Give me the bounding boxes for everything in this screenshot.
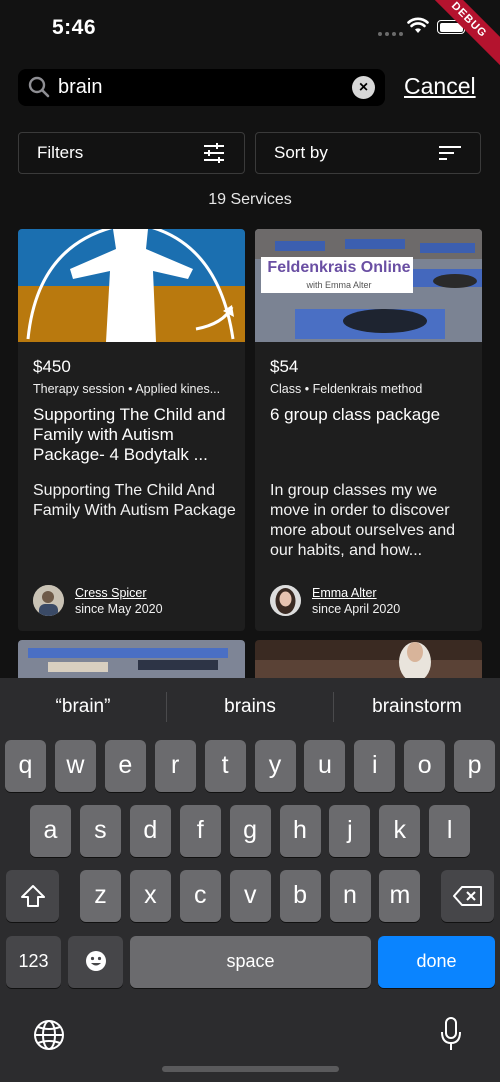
key-w[interactable]: w (54, 740, 96, 792)
key-l[interactable]: l (429, 805, 471, 857)
shift-key[interactable] (6, 870, 59, 922)
filters-label: Filters (37, 143, 84, 162)
emoji-key[interactable] (68, 936, 123, 988)
wifi-icon (407, 17, 429, 33)
key-a[interactable]: a (30, 805, 71, 857)
key-j[interactable]: j (329, 805, 371, 857)
results-count: 19 Services (208, 191, 292, 208)
key-x[interactable]: x (129, 870, 171, 922)
status-bar: 5:46 (0, 0, 500, 56)
key-v[interactable]: v (229, 870, 271, 922)
service-card[interactable] (255, 640, 482, 680)
status-time: 5:46 (52, 16, 97, 39)
service-title: Supporting The Child and Family with Aut… (33, 405, 226, 464)
key-f[interactable]: f (179, 805, 221, 857)
key-i[interactable]: i (354, 740, 396, 792)
key-n[interactable]: n (329, 870, 371, 922)
service-price: $450 (33, 357, 71, 376)
sort-icon (439, 146, 461, 160)
service-description: In group classes my we move in order to … (270, 482, 455, 559)
service-meta: Class • Feldenkrais method (270, 382, 423, 396)
image-subtitle: with Emma Alter (306, 280, 372, 290)
key-r[interactable]: r (154, 740, 196, 792)
key-d[interactable]: d (129, 805, 171, 857)
backspace-key[interactable] (441, 870, 494, 922)
search-input[interactable] (58, 69, 358, 106)
key-k[interactable]: k (379, 805, 421, 857)
key-o[interactable]: o (404, 740, 446, 792)
key-u[interactable]: u (304, 740, 346, 792)
key-g[interactable]: g (229, 805, 271, 857)
suggestion-item[interactable]: brains (167, 696, 333, 718)
service-price: $54 (270, 357, 299, 376)
key-s[interactable]: s (79, 805, 121, 857)
cellular-signal-icon (378, 32, 403, 36)
key-z[interactable]: z (80, 870, 121, 922)
suggestion-item[interactable]: “brain” (0, 696, 166, 718)
service-image: Feldenkrais Online with Emma Alter (255, 229, 482, 342)
space-key[interactable]: space (130, 936, 371, 988)
done-key[interactable]: done (378, 936, 495, 988)
key-t[interactable]: t (204, 740, 246, 792)
suggestion-item[interactable]: brainstorm (334, 696, 500, 718)
filters-button[interactable]: Filters (18, 132, 245, 174)
suggestion-bar: “brain” brains brainstorm (0, 678, 500, 736)
service-card[interactable]: $450 Therapy session • Applied kines... … (18, 229, 245, 631)
cancel-button[interactable]: Cancel (404, 73, 476, 100)
key-b[interactable]: b (279, 870, 321, 922)
home-indicator (162, 1066, 339, 1072)
clear-search-icon[interactable]: × (352, 76, 375, 99)
author-name-link[interactable]: Emma Alter (312, 586, 377, 600)
key-q[interactable]: q (5, 740, 46, 792)
service-card[interactable] (18, 640, 245, 680)
key-y[interactable]: y (254, 740, 296, 792)
key-c[interactable]: c (179, 870, 221, 922)
author-since: since April 2020 (312, 602, 401, 616)
numbers-key[interactable]: 123 (6, 936, 61, 988)
service-description: Supporting The Child And Family With Aut… (33, 482, 236, 519)
author-since: since May 2020 (75, 602, 163, 616)
service-meta: Therapy session • Applied kines... (33, 382, 221, 396)
author-avatar (270, 585, 301, 616)
author-avatar (33, 585, 64, 616)
key-h[interactable]: h (279, 805, 321, 857)
search-icon (28, 76, 50, 98)
author-name-link[interactable]: Cress Spicer (75, 586, 147, 600)
key-p[interactable]: p (454, 740, 496, 792)
microphone-icon[interactable] (439, 1016, 463, 1052)
search-bar[interactable]: × (18, 69, 385, 106)
key-m[interactable]: m (379, 870, 421, 922)
sliders-icon (204, 143, 224, 163)
service-card[interactable]: Feldenkrais Online with Emma Alter $54 C… (255, 229, 482, 631)
key-e[interactable]: e (104, 740, 146, 792)
image-title: Feldenkrais Online (267, 259, 411, 276)
service-image (18, 229, 245, 342)
sort-button[interactable]: Sort by (255, 132, 481, 174)
globe-icon[interactable] (33, 1019, 65, 1051)
service-title: 6 group class package (270, 405, 441, 424)
sort-label: Sort by (274, 143, 328, 162)
